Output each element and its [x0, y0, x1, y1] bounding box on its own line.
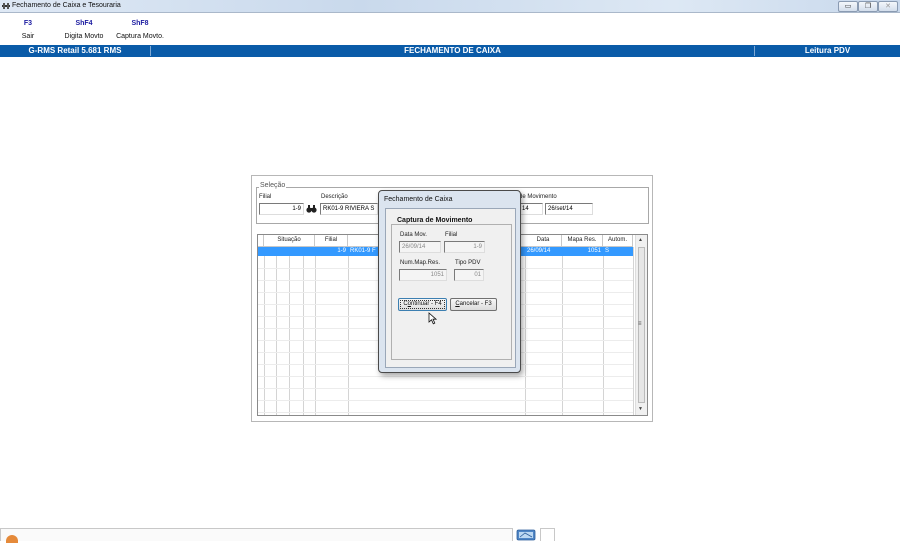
dialog-body: Captura de Movimento Data Mov. 26/09/14 … [385, 208, 516, 368]
descricao-field[interactable]: RK01-9 RIVIERA S [320, 203, 378, 215]
mouse-cursor-icon [428, 312, 437, 325]
filial-field[interactable]: 1-9 [444, 241, 485, 253]
tipo-pdv-label: Tipo PDV [455, 260, 481, 266]
data-movimento-partial-field[interactable]: 14 [519, 203, 543, 215]
cell-data: 26/09/14 [527, 248, 551, 254]
grid-line [303, 247, 304, 415]
filial-label: Filial [259, 194, 272, 200]
fkey-f3-label[interactable]: Sair [12, 33, 44, 40]
filial-field[interactable]: 1-9 [259, 203, 304, 215]
num-map-res-label: Num.Map.Res. [400, 260, 441, 266]
window-title: Fechamento de Caixa e Tesouraria [12, 2, 121, 9]
grid-line [258, 400, 633, 401]
grid-line [258, 376, 633, 377]
cell-filial: 1-9 [337, 248, 346, 254]
close-icon: ✕ [885, 3, 891, 10]
grid-line [603, 247, 604, 415]
continue-button[interactable]: Continuar - F4 [398, 298, 447, 311]
screen-title: FECHAMENTO DE CAIXA [404, 46, 501, 55]
column-mapa-res[interactable]: Mapa Res. [562, 235, 603, 246]
minimize-icon: ▭ [844, 3, 852, 10]
grid-line [264, 247, 265, 415]
num-map-res-field[interactable]: 1051 [399, 269, 447, 281]
fkey-f3[interactable]: F3 [16, 20, 40, 27]
data-mov-field[interactable]: 26/09/14 [399, 241, 441, 253]
grid-line [315, 247, 316, 415]
grid-vertical-scrollbar[interactable]: ▲ ≡ ▼ [635, 235, 647, 415]
title-bar: Fechamento de Caixa e Tesouraria ▭ ❐ ✕ [0, 0, 900, 13]
product-version: G-RMS Retail 5.681 RMS [28, 46, 122, 55]
mode-label: Leitura PDV [804, 46, 851, 55]
grid-line [348, 247, 349, 415]
grid-line [276, 247, 277, 415]
close-button[interactable]: ✕ [878, 1, 898, 12]
grid-line [258, 412, 633, 413]
cancel-label: ancelar - F3 [459, 301, 492, 307]
grid-line [633, 247, 634, 415]
status-message-field [0, 528, 513, 541]
filial-label: Filial [445, 232, 458, 238]
column-filial[interactable]: Filial [315, 235, 348, 246]
data-movimento-field[interactable]: 26/set/14 [545, 203, 593, 215]
selection-legend: Seleção [259, 182, 287, 189]
scroll-down-icon[interactable]: ▼ [638, 406, 643, 412]
network-monitor-icon [516, 529, 536, 541]
column-autom[interactable]: Autom. [603, 235, 633, 246]
captura-group-title: Captura de Movimento [395, 217, 475, 224]
grid-line [562, 247, 563, 415]
continue-label-b: ntinuar - F4 [411, 301, 442, 307]
restore-button[interactable]: ❐ [858, 1, 878, 12]
cell-autom: S [605, 248, 610, 254]
logo-icon [6, 535, 18, 543]
data-mov-label: Data Mov. [400, 232, 427, 238]
column-data[interactable]: Data [525, 235, 562, 246]
fkey-shf8[interactable]: ShF8 [122, 20, 158, 27]
cancel-button[interactable]: Cancelar - F3 [450, 298, 497, 311]
status-extra-field [540, 528, 555, 541]
data-movimento-label: de Movimento [519, 194, 557, 200]
tipo-pdv-field[interactable]: 01 [454, 269, 484, 281]
app-icon [2, 3, 10, 9]
binoculars-icon[interactable] [306, 204, 317, 214]
fkey-shf4-label[interactable]: Digita Movto [56, 33, 112, 40]
captura-movimento-dialog: Fechamento de Caixa Captura de Movimento… [378, 190, 521, 373]
minimize-button[interactable]: ▭ [838, 1, 858, 12]
restore-icon: ❐ [864, 3, 872, 10]
scroll-grip-icon: ≡ [638, 321, 642, 327]
module-header: G-RMS Retail 5.681 RMS FECHAMENTO DE CAI… [0, 45, 900, 57]
fkey-shf8-label[interactable]: Captura Movto. [112, 33, 168, 40]
grid-line [289, 247, 290, 415]
dialog-title: Fechamento de Caixa [384, 196, 453, 203]
column-situacao[interactable]: Situação [264, 235, 315, 246]
cell-mapa-res: 1051 [587, 248, 601, 254]
fkey-shf4[interactable]: ShF4 [66, 20, 102, 27]
grid-line [258, 388, 633, 389]
scroll-up-icon[interactable]: ▲ [638, 237, 643, 243]
grid-line [525, 247, 526, 415]
descricao-label: Descrição [321, 194, 348, 200]
